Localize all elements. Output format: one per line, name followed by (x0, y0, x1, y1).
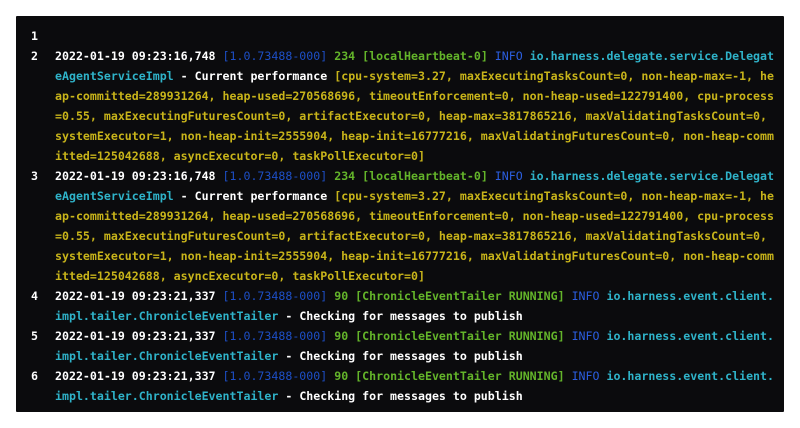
log-level: INFO (494, 49, 523, 63)
log-params: [cpu-system=3.27, maxExecutingTasksCount… (55, 189, 774, 283)
log-message: - Current performance (180, 189, 328, 203)
log-content: 2022-01-19 09:23:21,337 [1.0.73488-000] … (55, 286, 774, 326)
log-content: 2022-01-19 09:23:16,748 [1.0.73488-000] … (55, 46, 774, 166)
log-level: INFO (494, 169, 523, 183)
log-thread-id: 90 (334, 329, 349, 343)
log-line: 4 2022-01-19 09:23:21,337 [1.0.73488-000… (31, 286, 774, 326)
log-thread-id: 234 (334, 49, 356, 63)
log-console[interactable]: 1 2 2022-01-19 09:23:16,748 [1.0.73488-0… (16, 16, 784, 412)
log-message: - Checking for messages to publish (285, 349, 523, 363)
log-timestamp: 2022-01-19 09:23:21,337 (55, 329, 216, 343)
log-content: 2022-01-19 09:23:21,337 [1.0.73488-000] … (55, 366, 774, 406)
log-version: [1.0.73488-000] (222, 169, 328, 183)
line-number: 5 (31, 329, 38, 343)
log-line: 5 2022-01-19 09:23:21,337 [1.0.73488-000… (31, 326, 774, 366)
line-number: 1 (31, 29, 38, 43)
log-thread: [localHeartbeat-0] (362, 49, 488, 63)
log-timestamp: 2022-01-19 09:23:16,748 (55, 169, 216, 183)
log-thread-id: 234 (334, 169, 356, 183)
log-timestamp: 2022-01-19 09:23:16,748 (55, 49, 216, 63)
log-lines: 1 2 2022-01-19 09:23:16,748 [1.0.73488-0… (31, 26, 774, 406)
log-version: [1.0.73488-000] (222, 369, 328, 383)
log-thread-id: 90 (334, 289, 349, 303)
log-thread: [ChronicleEventTailer RUNNING] (355, 369, 565, 383)
log-message: - Current performance (180, 69, 328, 83)
line-number: 2 (31, 49, 38, 63)
line-number: 3 (31, 169, 38, 183)
log-params: [cpu-system=3.27, maxExecutingTasksCount… (55, 69, 774, 163)
log-timestamp: 2022-01-19 09:23:21,337 (55, 369, 216, 383)
log-thread: [localHeartbeat-0] (362, 169, 488, 183)
log-level: INFO (571, 369, 600, 383)
log-line: 2 2022-01-19 09:23:16,748 [1.0.73488-000… (31, 46, 774, 166)
log-version: [1.0.73488-000] (222, 49, 328, 63)
log-level: INFO (571, 289, 600, 303)
log-content: 2022-01-19 09:23:16,748 [1.0.73488-000] … (55, 166, 774, 286)
log-timestamp: 2022-01-19 09:23:21,337 (55, 289, 216, 303)
log-content: 2022-01-19 09:23:21,337 [1.0.73488-000] … (55, 326, 774, 366)
log-message: - Checking for messages to publish (285, 389, 523, 403)
log-version: [1.0.73488-000] (222, 329, 328, 343)
log-line: 1 (31, 26, 774, 46)
log-message: - Checking for messages to publish (285, 309, 523, 323)
log-content (55, 26, 774, 46)
log-level: INFO (571, 329, 600, 343)
log-thread-id: 90 (334, 369, 349, 383)
log-line: 3 2022-01-19 09:23:16,748 [1.0.73488-000… (31, 166, 774, 286)
log-thread: [ChronicleEventTailer RUNNING] (355, 289, 565, 303)
log-thread: [ChronicleEventTailer RUNNING] (355, 329, 565, 343)
log-version: [1.0.73488-000] (222, 289, 328, 303)
line-number: 4 (31, 289, 38, 303)
log-line: 6 2022-01-19 09:23:21,337 [1.0.73488-000… (31, 366, 774, 406)
line-number: 6 (31, 369, 38, 383)
